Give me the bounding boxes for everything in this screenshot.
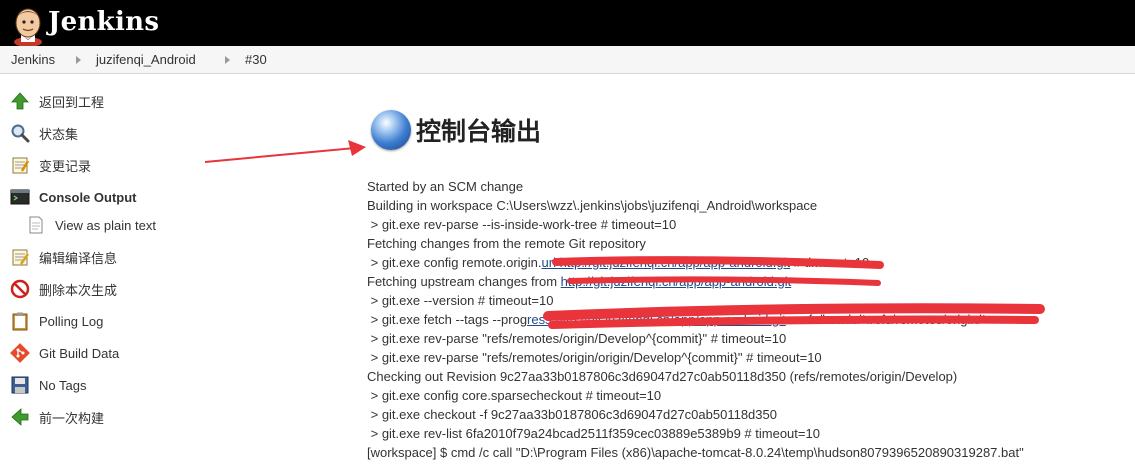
console-text: Started by an SCM change	[367, 179, 524, 194]
console-line: Fetching changes from the remote Git rep…	[367, 234, 1024, 253]
console-link[interactable]: http://git.juzifenqi.cn/app/app-android.…	[561, 274, 792, 289]
sidebar-item-label: 编辑编译信息	[39, 250, 118, 266]
sidebar-item-label: 返回到工程	[39, 94, 105, 110]
terminal-icon	[10, 189, 30, 205]
floppy-disk-icon	[11, 376, 29, 394]
blue-ball-status-icon	[371, 110, 411, 150]
console-text: > git.exe config remote.origin.	[367, 255, 542, 270]
breadcrumb: Jenkins juzifenqi_Android #30	[0, 46, 1135, 74]
console-line: > git.exe rev-list 6fa2010f79a24bcad2511…	[367, 424, 1024, 443]
sidebar-item-label: View as plain text	[55, 217, 156, 233]
sidebar-item-label: Git Build Data	[39, 345, 120, 361]
top-header: Jenkins	[0, 0, 1135, 46]
console-text: > git.exe fetch --tags --prog	[367, 312, 528, 327]
left-arrow-icon	[11, 408, 29, 426]
console-line: > git.exe config remote.origin.url http:…	[367, 253, 1024, 272]
console-text-suffix: # timeout=10	[790, 255, 870, 270]
console-link[interactable]: ress http://git.juzifenqi.cn/app/app-and…	[527, 312, 786, 327]
up-arrow-icon	[11, 92, 29, 110]
jenkins-logo-icon[interactable]	[9, 4, 47, 46]
console-line: > git.exe --version # timeout=10	[367, 291, 1024, 310]
breadcrumb-project[interactable]: juzifenqi_Android	[96, 52, 196, 67]
breadcrumb-separator-icon[interactable]	[225, 56, 230, 64]
notepad-pencil-icon	[12, 249, 30, 266]
sidebar-item-console-output[interactable]: Console Output	[10, 185, 137, 209]
console-text: > git.exe rev-parse --is-inside-work-tre…	[367, 217, 677, 232]
sidebar-item-label: 前一次构建	[39, 410, 105, 426]
sidebar-item-edit-build-info[interactable]: 编辑编译信息	[10, 245, 117, 269]
sidebar-item-label: No Tags	[39, 377, 87, 393]
console-text-suffix: +refs/heads/*:refs/remotes/origin/*	[785, 312, 987, 327]
notepad-icon	[12, 157, 30, 174]
clipboard-icon	[12, 312, 28, 331]
console-text: Fetching upstream changes from	[367, 274, 561, 289]
git-icon	[10, 343, 30, 363]
console-text: > git.exe rev-list 6fa2010f79a24bcad2511…	[367, 426, 820, 441]
page-title: 控制台输出	[416, 117, 542, 146]
console-text: > git.exe rev-parse "refs/remotes/origin…	[367, 331, 787, 346]
console-line: [workspace] $ cmd /c call "D:\Program Fi…	[367, 443, 1024, 462]
page-title-wrap: 控制台输出	[371, 110, 541, 150]
sidebar-item-back-to-project[interactable]: 返回到工程	[10, 89, 104, 113]
sidebar-item-label: 删除本次生成	[39, 282, 118, 298]
sidebar-item-label: Polling Log	[39, 313, 104, 329]
console-line: Started by an SCM change	[367, 177, 1024, 196]
sidebar-item-no-tags[interactable]: No Tags	[10, 373, 86, 397]
console-text: Building in workspace C:\Users\wzz\.jenk…	[367, 198, 818, 213]
console-link[interactable]: url http://git.juzifenqi.cn/app/app-andr…	[542, 255, 791, 270]
document-icon	[29, 216, 43, 234]
sidebar-item-delete-build[interactable]: 删除本次生成	[10, 277, 117, 301]
sidebar-item-git-build-data[interactable]: Git Build Data	[10, 341, 119, 365]
console-output: Started by an SCM change Building in work…	[367, 177, 1024, 462]
console-line: > git.exe checkout -f 9c27aa33b0187806c3…	[367, 405, 1024, 424]
console-text: > git.exe config core.sparsecheckout # t…	[367, 388, 662, 403]
no-entry-icon	[10, 279, 30, 299]
breadcrumb-separator-icon[interactable]	[76, 56, 81, 64]
console-text: > git.exe checkout -f 9c27aa33b0187806c3…	[367, 407, 777, 422]
console-text: Fetching changes from the remote Git rep…	[367, 236, 646, 251]
sidebar-item-label: 变更记录	[39, 158, 92, 174]
console-line: Checking out Revision 9c27aa33b0187806c3…	[367, 367, 1024, 386]
console-line: > git.exe fetch --tags --progress http:/…	[367, 310, 1024, 329]
sidebar-item-changes[interactable]: 变更记录	[10, 153, 91, 177]
sidebar-item-label: Console Output	[39, 189, 137, 205]
console-line: Building in workspace C:\Users\wzz\.jenk…	[367, 196, 1024, 215]
sidebar-item-label: 状态集	[39, 126, 79, 142]
console-line: > git.exe rev-parse "refs/remotes/origin…	[367, 329, 1024, 348]
breadcrumb-build-number[interactable]: #30	[245, 52, 267, 67]
console-line: > git.exe rev-parse --is-inside-work-tre…	[367, 215, 1024, 234]
magnifier-icon	[11, 124, 30, 143]
sidebar-item-status[interactable]: 状态集	[10, 121, 78, 145]
sidebar-item-view-plain-text[interactable]: View as plain text	[26, 213, 156, 237]
red-arrow-annotation	[204, 140, 366, 163]
console-line: > git.exe rev-parse "refs/remotes/origin…	[367, 348, 1024, 367]
console-line: > git.exe config core.sparsecheckout # t…	[367, 386, 1024, 405]
console-line: Fetching upstream changes from http://gi…	[367, 272, 1024, 291]
app-brand-title[interactable]: Jenkins	[48, 7, 159, 37]
console-text: > git.exe --version # timeout=10	[367, 293, 554, 308]
sidebar-item-previous-build[interactable]: 前一次构建	[10, 405, 104, 429]
console-text: Checking out Revision 9c27aa33b0187806c3…	[367, 369, 958, 384]
console-text: [workspace] $ cmd /c call "D:\Program Fi…	[367, 445, 1024, 460]
sidebar-item-polling-log[interactable]: Polling Log	[10, 309, 103, 333]
breadcrumb-jenkins[interactable]: Jenkins	[11, 52, 55, 67]
console-text: > git.exe rev-parse "refs/remotes/origin…	[367, 350, 822, 365]
